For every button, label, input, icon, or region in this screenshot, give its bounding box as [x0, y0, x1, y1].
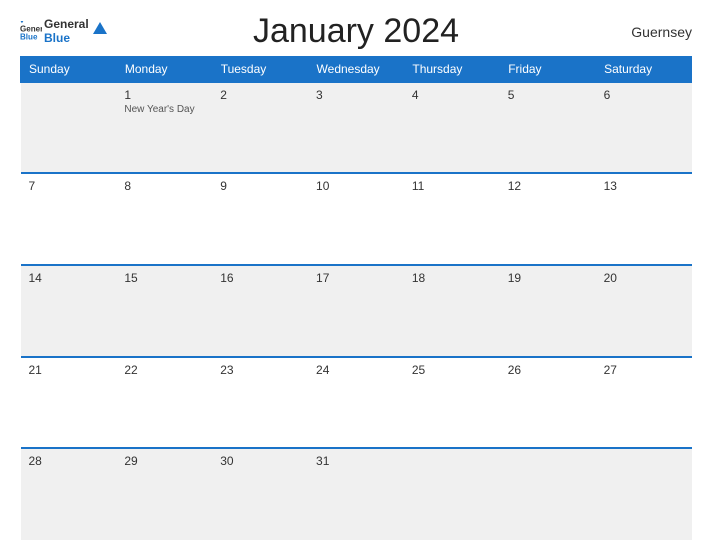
- calendar-cell: 13: [596, 173, 692, 265]
- calendar-cell: 22: [116, 357, 212, 449]
- calendar-cell: 11: [404, 173, 500, 265]
- day-number: 9: [220, 179, 300, 193]
- calendar-cell: 18: [404, 265, 500, 357]
- calendar-cell: 25: [404, 357, 500, 449]
- day-number: 4: [412, 88, 492, 102]
- calendar-cell: 6: [596, 82, 692, 174]
- weekday-header: Monday: [116, 56, 212, 82]
- logo-triangle-icon: [93, 22, 107, 34]
- weekday-header: Wednesday: [308, 56, 404, 82]
- calendar-cell: 9: [212, 173, 308, 265]
- calendar-cell: 26: [500, 357, 596, 449]
- day-number: 18: [412, 271, 492, 285]
- day-number: 2: [220, 88, 300, 102]
- day-number: 3: [316, 88, 396, 102]
- calendar-cell: 3: [308, 82, 404, 174]
- weekday-header: Saturday: [596, 56, 692, 82]
- calendar-cell: [596, 448, 692, 540]
- calendar-cell: 14: [21, 265, 117, 357]
- day-number: 25: [412, 363, 492, 377]
- logo-general: General: [44, 18, 89, 32]
- calendar-cell: 28: [21, 448, 117, 540]
- header: General Blue General Blue January 2024 G…: [20, 18, 692, 46]
- calendar-cell: 16: [212, 265, 308, 357]
- day-number: 29: [124, 454, 204, 468]
- day-number: 17: [316, 271, 396, 285]
- day-number: 8: [124, 179, 204, 193]
- svg-text:Blue: Blue: [20, 32, 38, 41]
- day-number: 14: [29, 271, 109, 285]
- calendar-cell: 8: [116, 173, 212, 265]
- calendar-page: General Blue General Blue January 2024 G…: [0, 0, 712, 550]
- calendar-week-row: 14 15 16 17 18 19 20: [21, 265, 692, 357]
- day-number: 31: [316, 454, 396, 468]
- calendar-cell: 29: [116, 448, 212, 540]
- calendar-cell: 1 New Year's Day: [116, 82, 212, 174]
- logo: General Blue General Blue: [20, 18, 107, 46]
- weekday-header: Tuesday: [212, 56, 308, 82]
- calendar-cell: 30: [212, 448, 308, 540]
- calendar-week-row: 1 New Year's Day 2 3 4 5 6: [21, 82, 692, 174]
- weekday-header-row: SundayMondayTuesdayWednesdayThursdayFrid…: [21, 56, 692, 82]
- holiday-label: New Year's Day: [124, 104, 204, 115]
- day-number: 24: [316, 363, 396, 377]
- calendar-cell: 2: [212, 82, 308, 174]
- day-number: 22: [124, 363, 204, 377]
- day-number: 10: [316, 179, 396, 193]
- day-number: 1: [124, 88, 204, 102]
- day-number: 11: [412, 179, 492, 193]
- day-number: 28: [29, 454, 109, 468]
- calendar-cell: 12: [500, 173, 596, 265]
- calendar-cell: 20: [596, 265, 692, 357]
- day-number: 5: [508, 88, 588, 102]
- day-number: 13: [604, 179, 684, 193]
- day-number: 15: [124, 271, 204, 285]
- calendar-cell: 27: [596, 357, 692, 449]
- day-number: 27: [604, 363, 684, 377]
- calendar-cell: 24: [308, 357, 404, 449]
- calendar-week-row: 28 29 30 31: [21, 448, 692, 540]
- day-number: 30: [220, 454, 300, 468]
- weekday-header: Friday: [500, 56, 596, 82]
- day-number: 21: [29, 363, 109, 377]
- calendar-cell: 4: [404, 82, 500, 174]
- calendar-cell: 15: [116, 265, 212, 357]
- calendar-cell: 21: [21, 357, 117, 449]
- calendar-cell: 23: [212, 357, 308, 449]
- calendar-cell: [21, 82, 117, 174]
- day-number: 23: [220, 363, 300, 377]
- logo-blue: Blue: [44, 32, 89, 46]
- day-number: 12: [508, 179, 588, 193]
- calendar-cell: 19: [500, 265, 596, 357]
- calendar-cell: [404, 448, 500, 540]
- calendar-cell: 17: [308, 265, 404, 357]
- calendar-week-row: 21 22 23 24 25 26 27: [21, 357, 692, 449]
- calendar-cell: 31: [308, 448, 404, 540]
- day-number: 16: [220, 271, 300, 285]
- calendar-cell: 5: [500, 82, 596, 174]
- weekday-header: Thursday: [404, 56, 500, 82]
- day-number: 26: [508, 363, 588, 377]
- day-number: 7: [29, 179, 109, 193]
- day-number: 19: [508, 271, 588, 285]
- calendar-title: January 2024: [253, 12, 459, 51]
- calendar-week-row: 7 8 9 10 11 12 13: [21, 173, 692, 265]
- calendar-cell: 7: [21, 173, 117, 265]
- calendar-table: SundayMondayTuesdayWednesdayThursdayFrid…: [20, 56, 692, 540]
- day-number: 6: [604, 88, 684, 102]
- weekday-header: Sunday: [21, 56, 117, 82]
- day-number: 20: [604, 271, 684, 285]
- region-label: Guernsey: [631, 24, 692, 40]
- calendar-cell: 10: [308, 173, 404, 265]
- calendar-cell: [500, 448, 596, 540]
- logo-icon: General Blue: [20, 21, 42, 43]
